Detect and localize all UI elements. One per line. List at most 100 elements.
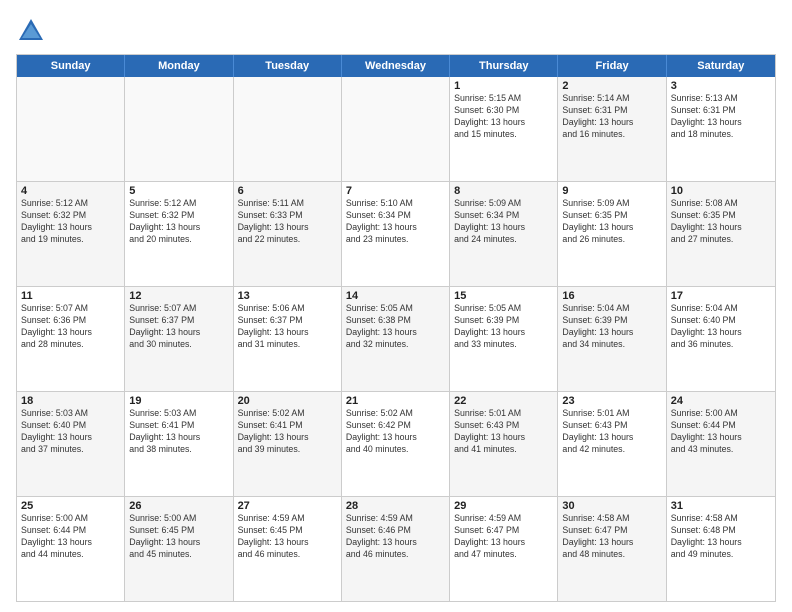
- calendar-cell-day-18: 18Sunrise: 5:03 AMSunset: 6:40 PMDayligh…: [17, 392, 125, 496]
- cell-content: Sunrise: 5:15 AMSunset: 6:30 PMDaylight:…: [454, 93, 553, 141]
- cell-content: Sunrise: 5:07 AMSunset: 6:37 PMDaylight:…: [129, 303, 228, 351]
- weekday-header-wednesday: Wednesday: [342, 55, 450, 77]
- calendar-cell-day-28: 28Sunrise: 4:59 AMSunset: 6:46 PMDayligh…: [342, 497, 450, 601]
- day-number: 2: [562, 80, 661, 92]
- calendar-cell-day-29: 29Sunrise: 4:59 AMSunset: 6:47 PMDayligh…: [450, 497, 558, 601]
- calendar-cell-day-7: 7Sunrise: 5:10 AMSunset: 6:34 PMDaylight…: [342, 182, 450, 286]
- day-number: 29: [454, 500, 553, 512]
- cell-content: Sunrise: 4:59 AMSunset: 6:45 PMDaylight:…: [238, 513, 337, 561]
- cell-content: Sunrise: 4:58 AMSunset: 6:48 PMDaylight:…: [671, 513, 771, 561]
- weekday-header-saturday: Saturday: [667, 55, 775, 77]
- calendar-cell-day-25: 25Sunrise: 5:00 AMSunset: 6:44 PMDayligh…: [17, 497, 125, 601]
- day-number: 5: [129, 185, 228, 197]
- day-number: 28: [346, 500, 445, 512]
- cell-content: Sunrise: 5:00 AMSunset: 6:45 PMDaylight:…: [129, 513, 228, 561]
- weekday-header-monday: Monday: [125, 55, 233, 77]
- calendar-cell-day-30: 30Sunrise: 4:58 AMSunset: 6:47 PMDayligh…: [558, 497, 666, 601]
- day-number: 21: [346, 395, 445, 407]
- calendar-cell-day-27: 27Sunrise: 4:59 AMSunset: 6:45 PMDayligh…: [234, 497, 342, 601]
- cell-content: Sunrise: 5:05 AMSunset: 6:39 PMDaylight:…: [454, 303, 553, 351]
- cell-content: Sunrise: 5:06 AMSunset: 6:37 PMDaylight:…: [238, 303, 337, 351]
- logo-icon: [16, 16, 46, 46]
- day-number: 27: [238, 500, 337, 512]
- cell-content: Sunrise: 5:03 AMSunset: 6:40 PMDaylight:…: [21, 408, 120, 456]
- day-number: 14: [346, 290, 445, 302]
- day-number: 12: [129, 290, 228, 302]
- day-number: 13: [238, 290, 337, 302]
- calendar-cell-day-31: 31Sunrise: 4:58 AMSunset: 6:48 PMDayligh…: [667, 497, 775, 601]
- calendar: SundayMondayTuesdayWednesdayThursdayFrid…: [16, 54, 776, 602]
- calendar-cell-day-14: 14Sunrise: 5:05 AMSunset: 6:38 PMDayligh…: [342, 287, 450, 391]
- weekday-header-tuesday: Tuesday: [234, 55, 342, 77]
- calendar-cell-day-16: 16Sunrise: 5:04 AMSunset: 6:39 PMDayligh…: [558, 287, 666, 391]
- cell-content: Sunrise: 5:04 AMSunset: 6:39 PMDaylight:…: [562, 303, 661, 351]
- day-number: 4: [21, 185, 120, 197]
- calendar-row-3: 11Sunrise: 5:07 AMSunset: 6:36 PMDayligh…: [17, 286, 775, 391]
- weekday-header-friday: Friday: [558, 55, 666, 77]
- calendar-cell-day-21: 21Sunrise: 5:02 AMSunset: 6:42 PMDayligh…: [342, 392, 450, 496]
- calendar-cell-day-6: 6Sunrise: 5:11 AMSunset: 6:33 PMDaylight…: [234, 182, 342, 286]
- day-number: 11: [21, 290, 120, 302]
- calendar-cell-empty-0-2: [234, 77, 342, 181]
- day-number: 25: [21, 500, 120, 512]
- day-number: 10: [671, 185, 771, 197]
- calendar-cell-empty-0-1: [125, 77, 233, 181]
- cell-content: Sunrise: 5:09 AMSunset: 6:35 PMDaylight:…: [562, 198, 661, 246]
- cell-content: Sunrise: 5:04 AMSunset: 6:40 PMDaylight:…: [671, 303, 771, 351]
- cell-content: Sunrise: 5:05 AMSunset: 6:38 PMDaylight:…: [346, 303, 445, 351]
- calendar-cell-day-2: 2Sunrise: 5:14 AMSunset: 6:31 PMDaylight…: [558, 77, 666, 181]
- cell-content: Sunrise: 5:00 AMSunset: 6:44 PMDaylight:…: [21, 513, 120, 561]
- cell-content: Sunrise: 4:59 AMSunset: 6:47 PMDaylight:…: [454, 513, 553, 561]
- cell-content: Sunrise: 5:11 AMSunset: 6:33 PMDaylight:…: [238, 198, 337, 246]
- day-number: 9: [562, 185, 661, 197]
- calendar-cell-day-20: 20Sunrise: 5:02 AMSunset: 6:41 PMDayligh…: [234, 392, 342, 496]
- calendar-cell-day-12: 12Sunrise: 5:07 AMSunset: 6:37 PMDayligh…: [125, 287, 233, 391]
- calendar-row-1: 1Sunrise: 5:15 AMSunset: 6:30 PMDaylight…: [17, 77, 775, 181]
- day-number: 17: [671, 290, 771, 302]
- cell-content: Sunrise: 5:09 AMSunset: 6:34 PMDaylight:…: [454, 198, 553, 246]
- day-number: 23: [562, 395, 661, 407]
- calendar-cell-day-9: 9Sunrise: 5:09 AMSunset: 6:35 PMDaylight…: [558, 182, 666, 286]
- day-number: 19: [129, 395, 228, 407]
- day-number: 18: [21, 395, 120, 407]
- calendar-cell-day-17: 17Sunrise: 5:04 AMSunset: 6:40 PMDayligh…: [667, 287, 775, 391]
- calendar-cell-day-4: 4Sunrise: 5:12 AMSunset: 6:32 PMDaylight…: [17, 182, 125, 286]
- day-number: 1: [454, 80, 553, 92]
- cell-content: Sunrise: 5:00 AMSunset: 6:44 PMDaylight:…: [671, 408, 771, 456]
- calendar-row-2: 4Sunrise: 5:12 AMSunset: 6:32 PMDaylight…: [17, 181, 775, 286]
- calendar-cell-day-5: 5Sunrise: 5:12 AMSunset: 6:32 PMDaylight…: [125, 182, 233, 286]
- cell-content: Sunrise: 5:10 AMSunset: 6:34 PMDaylight:…: [346, 198, 445, 246]
- day-number: 20: [238, 395, 337, 407]
- calendar-cell-day-11: 11Sunrise: 5:07 AMSunset: 6:36 PMDayligh…: [17, 287, 125, 391]
- calendar-cell-day-22: 22Sunrise: 5:01 AMSunset: 6:43 PMDayligh…: [450, 392, 558, 496]
- calendar-header: SundayMondayTuesdayWednesdayThursdayFrid…: [17, 55, 775, 77]
- day-number: 6: [238, 185, 337, 197]
- calendar-cell-day-1: 1Sunrise: 5:15 AMSunset: 6:30 PMDaylight…: [450, 77, 558, 181]
- cell-content: Sunrise: 5:07 AMSunset: 6:36 PMDaylight:…: [21, 303, 120, 351]
- cell-content: Sunrise: 5:01 AMSunset: 6:43 PMDaylight:…: [454, 408, 553, 456]
- logo: [16, 16, 50, 46]
- header: [16, 16, 776, 46]
- cell-content: Sunrise: 5:02 AMSunset: 6:41 PMDaylight:…: [238, 408, 337, 456]
- cell-content: Sunrise: 5:02 AMSunset: 6:42 PMDaylight:…: [346, 408, 445, 456]
- cell-content: Sunrise: 4:59 AMSunset: 6:46 PMDaylight:…: [346, 513, 445, 561]
- day-number: 24: [671, 395, 771, 407]
- cell-content: Sunrise: 5:12 AMSunset: 6:32 PMDaylight:…: [129, 198, 228, 246]
- calendar-cell-day-13: 13Sunrise: 5:06 AMSunset: 6:37 PMDayligh…: [234, 287, 342, 391]
- day-number: 31: [671, 500, 771, 512]
- calendar-cell-day-26: 26Sunrise: 5:00 AMSunset: 6:45 PMDayligh…: [125, 497, 233, 601]
- day-number: 30: [562, 500, 661, 512]
- calendar-cell-day-8: 8Sunrise: 5:09 AMSunset: 6:34 PMDaylight…: [450, 182, 558, 286]
- calendar-cell-day-19: 19Sunrise: 5:03 AMSunset: 6:41 PMDayligh…: [125, 392, 233, 496]
- day-number: 16: [562, 290, 661, 302]
- page: SundayMondayTuesdayWednesdayThursdayFrid…: [0, 0, 792, 612]
- cell-content: Sunrise: 5:12 AMSunset: 6:32 PMDaylight:…: [21, 198, 120, 246]
- calendar-cell-empty-0-3: [342, 77, 450, 181]
- cell-content: Sunrise: 5:03 AMSunset: 6:41 PMDaylight:…: [129, 408, 228, 456]
- calendar-row-4: 18Sunrise: 5:03 AMSunset: 6:40 PMDayligh…: [17, 391, 775, 496]
- weekday-header-sunday: Sunday: [17, 55, 125, 77]
- day-number: 15: [454, 290, 553, 302]
- cell-content: Sunrise: 4:58 AMSunset: 6:47 PMDaylight:…: [562, 513, 661, 561]
- cell-content: Sunrise: 5:14 AMSunset: 6:31 PMDaylight:…: [562, 93, 661, 141]
- day-number: 22: [454, 395, 553, 407]
